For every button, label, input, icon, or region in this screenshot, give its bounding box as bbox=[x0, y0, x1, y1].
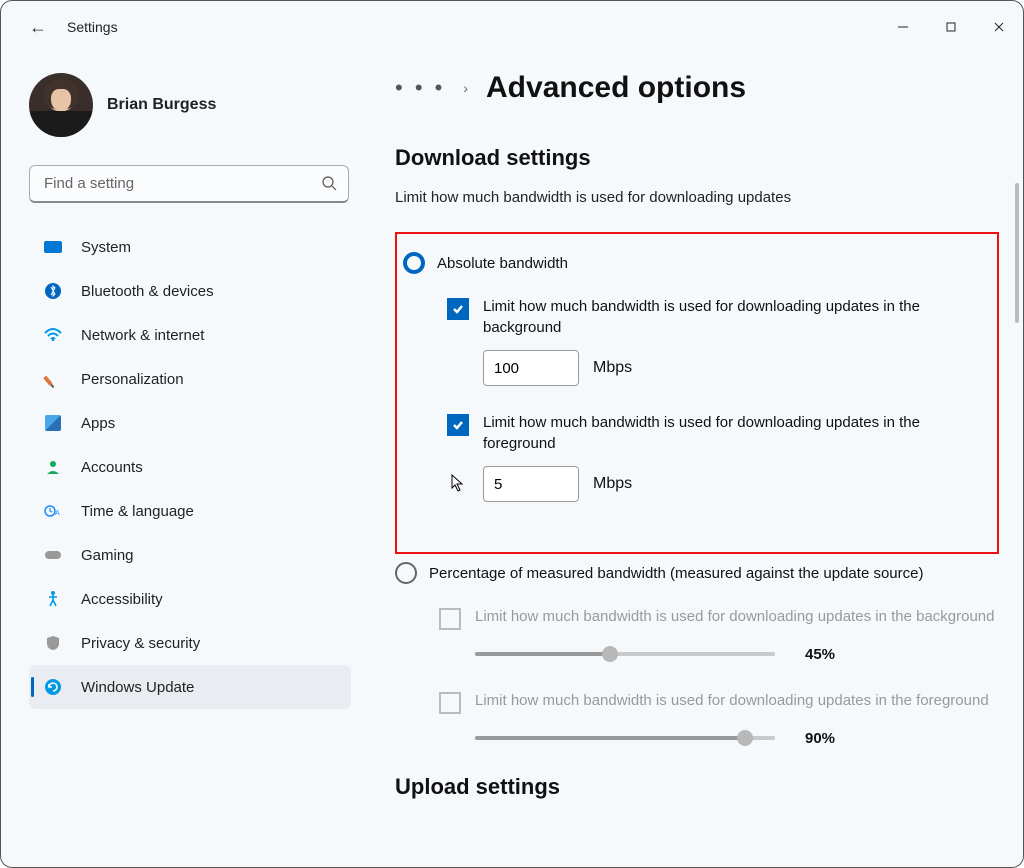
fg-bandwidth-input[interactable] bbox=[483, 466, 579, 502]
nav-label: Apps bbox=[81, 415, 115, 432]
bg-bandwidth-input[interactable] bbox=[483, 350, 579, 386]
nav-label: Time & language bbox=[81, 503, 194, 520]
radio-percentage-label: Percentage of measured bandwidth (measur… bbox=[429, 565, 923, 582]
person-icon bbox=[43, 457, 63, 477]
nav-label: Privacy & security bbox=[81, 635, 200, 652]
unit-mbps: Mbps bbox=[593, 359, 632, 377]
brush-icon bbox=[43, 369, 63, 389]
pct-bg-label: Limit how much bandwidth is used for dow… bbox=[475, 606, 999, 627]
upload-section-title: Upload settings bbox=[395, 774, 999, 800]
page-title: Advanced options bbox=[486, 71, 746, 105]
accessibility-icon bbox=[43, 589, 63, 609]
breadcrumb-more[interactable]: • • • bbox=[395, 75, 445, 101]
apps-icon bbox=[43, 413, 63, 433]
user-profile[interactable]: Brian Burgess bbox=[29, 73, 351, 137]
search-input[interactable] bbox=[29, 165, 349, 203]
avatar bbox=[29, 73, 93, 137]
nav-label: Bluetooth & devices bbox=[81, 283, 214, 300]
checkbox-pct-bg[interactable] bbox=[439, 608, 461, 630]
maximize-button[interactable] bbox=[927, 7, 975, 47]
checkbox-fg-limit[interactable] bbox=[447, 414, 469, 436]
checkbox-bg-limit[interactable] bbox=[447, 298, 469, 320]
nav-network[interactable]: Network & internet bbox=[29, 313, 351, 357]
svg-text:A: A bbox=[55, 510, 60, 517]
nav-accounts[interactable]: Accounts bbox=[29, 445, 351, 489]
nav-label: Personalization bbox=[81, 371, 184, 388]
nav-label: Network & internet bbox=[81, 327, 204, 344]
username: Brian Burgess bbox=[107, 96, 216, 114]
bluetooth-icon bbox=[43, 281, 63, 301]
nav-windows-update[interactable]: Windows Update bbox=[29, 665, 351, 709]
close-button[interactable] bbox=[975, 7, 1023, 47]
slider-pct-bg[interactable] bbox=[475, 644, 775, 664]
slider-pct-fg[interactable] bbox=[475, 728, 775, 748]
nav-label: Accounts bbox=[81, 459, 143, 476]
pct-fg-value: 90% bbox=[805, 730, 845, 747]
nav-bluetooth[interactable]: Bluetooth & devices bbox=[29, 269, 351, 313]
radio-absolute-label: Absolute bandwidth bbox=[437, 255, 568, 272]
wifi-icon bbox=[43, 325, 63, 345]
nav-label: Windows Update bbox=[81, 679, 194, 696]
checkbox-pct-fg[interactable] bbox=[439, 692, 461, 714]
download-section-title: Download settings bbox=[395, 145, 999, 171]
gamepad-icon bbox=[43, 545, 63, 565]
nav-label: Accessibility bbox=[81, 591, 163, 608]
pct-bg-value: 45% bbox=[805, 646, 845, 663]
download-section-desc: Limit how much bandwidth is used for dow… bbox=[395, 189, 999, 206]
nav-apps[interactable]: Apps bbox=[29, 401, 351, 445]
nav-label: System bbox=[81, 239, 131, 256]
unit-mbps: Mbps bbox=[593, 475, 632, 493]
bg-limit-label: Limit how much bandwidth is used for dow… bbox=[483, 296, 985, 338]
nav-personalization[interactable]: Personalization bbox=[29, 357, 351, 401]
pct-fg-label: Limit how much bandwidth is used for dow… bbox=[475, 690, 999, 711]
monitor-icon bbox=[43, 237, 63, 257]
search-icon bbox=[321, 175, 337, 196]
nav-gaming[interactable]: Gaming bbox=[29, 533, 351, 577]
scrollbar[interactable] bbox=[1015, 183, 1019, 323]
cursor-icon bbox=[451, 474, 465, 497]
nav-system[interactable]: System bbox=[29, 225, 351, 269]
chevron-right-icon: › bbox=[463, 80, 468, 96]
minimize-button[interactable] bbox=[879, 7, 927, 47]
shield-icon bbox=[43, 633, 63, 653]
nav-accessibility[interactable]: Accessibility bbox=[29, 577, 351, 621]
back-button[interactable]: ← bbox=[29, 17, 47, 38]
nav-privacy[interactable]: Privacy & security bbox=[29, 621, 351, 665]
radio-absolute-bandwidth[interactable] bbox=[403, 252, 425, 274]
update-icon bbox=[43, 677, 63, 697]
radio-percentage-bandwidth[interactable] bbox=[395, 562, 417, 584]
app-title: Settings bbox=[67, 19, 118, 35]
clock-icon: A bbox=[43, 501, 63, 521]
nav-label: Gaming bbox=[81, 547, 134, 564]
nav-time[interactable]: A Time & language bbox=[29, 489, 351, 533]
fg-limit-label: Limit how much bandwidth is used for dow… bbox=[483, 412, 985, 454]
absolute-bandwidth-group: Absolute bandwidth Limit how much bandwi… bbox=[395, 232, 999, 554]
